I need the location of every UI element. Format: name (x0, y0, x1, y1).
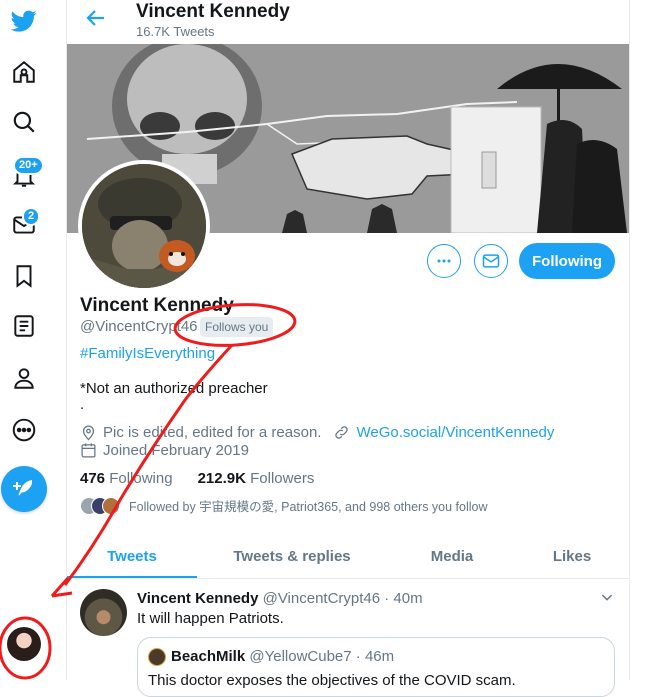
active-tab-indicator (67, 576, 197, 578)
tweet-handle-time: @VincentCrypt46 · 40m (262, 590, 423, 607)
profile-meta-row: Pic is edited, edited for a reason. WeGo… (80, 424, 554, 441)
quill-plus-icon (13, 480, 32, 496)
profile-website-link[interactable]: WeGo.social/VincentKennedy (356, 424, 554, 441)
tweet-author-avatar[interactable] (80, 589, 127, 636)
notifications-badge: 20+ (13, 156, 44, 175)
bookmarks-icon[interactable] (4, 256, 44, 296)
profile-joined: Joined February 2019 (103, 442, 249, 459)
explore-search-icon[interactable] (4, 102, 44, 142)
link-icon (335, 426, 349, 439)
follow-stats: 476 Following 212.9K Followers (80, 470, 314, 487)
quoted-author-avatar (148, 648, 166, 666)
twitter-logo-icon[interactable] (4, 1, 44, 41)
message-button[interactable] (474, 244, 508, 278)
bio-line-1: *Not an authorized preacher (80, 380, 268, 397)
compose-tweet-button[interactable] (1, 466, 47, 512)
profile-tabs: Tweets Tweets & replies Media Likes (67, 534, 629, 579)
lists-icon[interactable] (4, 306, 44, 346)
back-arrow-icon[interactable] (84, 6, 108, 30)
account-avatar[interactable] (7, 627, 41, 661)
mini-avatar (102, 496, 120, 515)
tab-tweets-replies[interactable]: Tweets & replies (212, 534, 372, 578)
followed-by-text: Followed by 宇宙規模の愛, Patriot365, and 998 … (129, 500, 488, 514)
left-nav: 20+ 2 (0, 0, 66, 680)
calendar-icon (81, 443, 96, 458)
location-pin-icon (82, 425, 95, 441)
quoted-tweet-header: BeachMilk @YellowCube7 · 46m (171, 648, 394, 665)
profile-name: Vincent Kennedy (80, 295, 234, 316)
tweet-author-name[interactable]: Vincent Kennedy (137, 590, 258, 607)
profile-icon[interactable] (4, 358, 44, 398)
quoted-author-name: BeachMilk (171, 648, 246, 665)
avatar-image (82, 164, 206, 288)
messages-badge: 2 (22, 207, 41, 226)
profile-joined-row: Joined February 2019 (80, 442, 249, 459)
tweet-header: Vincent Kennedy @VincentCrypt46 · 40m (137, 590, 423, 607)
followers-label: Followers (250, 470, 315, 487)
followers-stat[interactable]: 212.9K Followers (198, 470, 315, 487)
followed-by-row[interactable]: Followed by 宇宙規模の愛, Patriot365, and 998 … (80, 496, 488, 515)
following-count: 476 (80, 470, 106, 487)
following-stat[interactable]: 476 Following (80, 470, 173, 487)
profile-avatar[interactable] (78, 160, 210, 292)
profile-handle: @VincentCrypt46 (80, 318, 198, 335)
profile-location: Pic is edited, edited for a reason. (103, 424, 322, 441)
more-options-button[interactable] (427, 244, 461, 278)
bio-line-2: . (80, 396, 85, 413)
tab-tweets[interactable]: Tweets (67, 534, 197, 578)
quoted-tweet[interactable]: BeachMilk @YellowCube7 · 46m This doctor… (137, 637, 615, 697)
home-icon[interactable] (4, 52, 44, 92)
following-label: Following (109, 470, 173, 487)
follows-you-badge: Follows you (200, 317, 274, 337)
following-button[interactable]: Following (519, 243, 615, 279)
followed-by-avatars (80, 496, 120, 515)
tweet-text: It will happen Patriots. (137, 610, 284, 627)
more-menu-icon[interactable] (4, 410, 44, 450)
tab-media[interactable]: Media (402, 534, 502, 578)
tweet-chevron-down-icon[interactable] (599, 589, 615, 605)
more-dots-icon (437, 259, 451, 263)
column-divider-right (629, 0, 630, 680)
envelope-icon (482, 254, 500, 268)
header-tweet-count: 16.7K Tweets (136, 24, 215, 39)
followers-count: 212.9K (197, 470, 246, 487)
tab-likes[interactable]: Likes (532, 534, 612, 578)
header-name: Vincent Kennedy (136, 1, 290, 22)
quoted-handle-time: @YellowCube7 · 46m (249, 648, 395, 665)
quoted-tweet-text: This doctor exposes the objectives of th… (148, 672, 516, 689)
bio-hashtag-link[interactable]: #FamilyIsEverything (80, 345, 215, 362)
